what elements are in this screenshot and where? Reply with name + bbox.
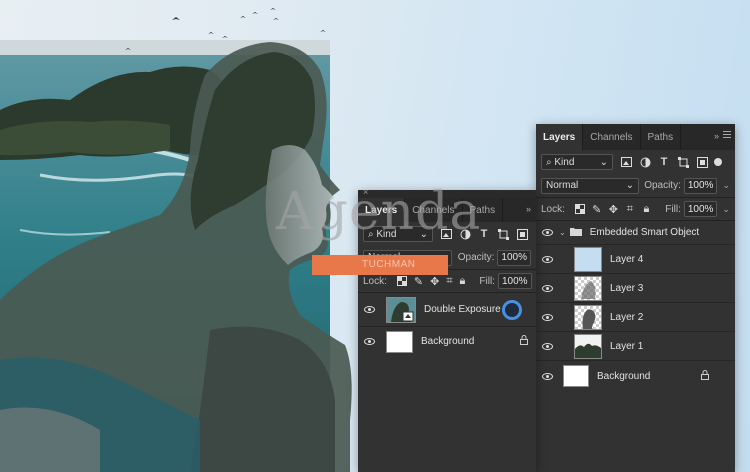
group-name: Embedded Smart Object [589,227,700,238]
tab-layers[interactable]: Layers [536,124,584,150]
chevron-down-icon: ⌄ [625,180,635,191]
lock-label: Lock: [363,275,387,287]
cursor-highlight-icon [502,300,522,320]
collapse-icon[interactable]: » [526,204,531,214]
layer-row[interactable]: Background [358,327,536,356]
layer-group-row[interactable]: ⌄ Embedded Smart Object [536,221,735,245]
portrait-thumb-icon [574,304,602,330]
visibility-eye-icon[interactable] [536,342,558,350]
fill-input[interactable]: 100% [497,273,532,289]
layer-name: Layer 3 [610,282,644,294]
kind-filter-dropdown[interactable]: ⌕ Kind ⌄ [541,154,613,170]
panel-tabs: Layers Channels Paths » [536,124,735,150]
lock-icon [701,369,709,383]
chevron-down-icon[interactable]: ⌄ [722,204,730,215]
layer-row[interactable]: Layer 2 [536,303,735,332]
opacity-input[interactable]: 100% [683,177,718,194]
white-thumb-icon [563,365,589,387]
blend-mode-value: Normal [546,180,579,191]
filter-toggle-icon[interactable] [714,158,722,166]
chevron-down-icon: ⌄ [599,156,608,168]
smart-object-filter-icon[interactable] [516,228,528,240]
name-badge: TUCHMAN [312,255,448,275]
layer-name: Background [597,370,651,382]
fill-label: Fill: [665,203,681,215]
chevron-down-icon[interactable]: ⌄ [559,228,566,237]
blend-row: Normal ⌄ Opacity: 100% ⌄ [536,174,735,197]
collapse-icon[interactable]: » [714,131,719,141]
lock-artboard-icon[interactable]: ⌗ [625,203,635,215]
layer-row-selected[interactable]: Double Exposure [358,293,536,327]
fill-input[interactable]: 100% [683,201,718,217]
lock-transparent-icon[interactable] [574,203,585,215]
lock-icon [520,335,528,348]
shape-filter-icon[interactable] [677,156,689,168]
layers-panel-expanded: Layers Channels Paths » ⌕ Kind ⌄ T Norma… [536,124,735,472]
shape-filter-icon[interactable] [497,228,509,240]
watermark-text: Agenda [276,182,482,242]
visibility-eye-icon[interactable] [536,229,558,236]
opacity-label: Opacity: [644,180,681,191]
lock-move-icon[interactable]: ✥ [430,275,439,288]
lock-transparent-icon[interactable] [396,275,407,287]
visibility-eye-icon[interactable] [536,313,558,321]
layer-row[interactable]: Layer 4 [536,245,735,274]
tab-paths[interactable]: Paths [641,124,682,150]
lock-artboard-icon[interactable]: ⌗ [446,275,452,287]
layer-row[interactable]: Background [536,361,735,391]
trees-thumb-icon [574,333,602,359]
blue-thumb-icon [574,246,602,272]
panel-menu-icon[interactable] [723,131,731,140]
visibility-eye-icon[interactable] [358,338,380,345]
visibility-eye-icon[interactable] [536,255,558,263]
visibility-eye-icon[interactable] [358,306,380,313]
opacity-input[interactable]: 100% [497,249,531,266]
lock-paint-icon[interactable]: ✎ [592,203,602,216]
adjustment-filter-icon[interactable] [639,156,651,168]
lock-move-icon[interactable]: ✥ [609,203,619,216]
chevron-down-icon[interactable]: ⌄ [722,180,730,191]
layer-name: Layer 1 [610,340,644,352]
tab-channels[interactable]: Channels [583,124,641,150]
filter-row: ⌕ Kind ⌄ T [536,150,735,174]
layer-name: Double Exposure [424,304,501,315]
transparent-thumb-icon [574,275,602,301]
search-icon: ⌕ [546,156,552,168]
lock-label: Lock: [541,203,565,215]
layer-name: Background [421,336,475,347]
folder-icon [569,227,582,239]
lock-row: Lock: ✎ ✥ ⌗ 🔒︎ Fill: 100% ⌄ [536,197,735,220]
visibility-eye-icon[interactable] [536,284,558,292]
layer-name: Layer 4 [610,253,644,265]
layers-list: Double Exposure Background [358,292,536,356]
blend-mode-dropdown[interactable]: Normal ⌄ [541,177,640,194]
lock-all-icon[interactable]: 🔒︎ [642,203,652,215]
type-filter-icon[interactable]: T [658,156,670,168]
smart-object-thumb-icon [386,296,416,323]
lock-paint-icon[interactable]: ✎ [414,275,423,288]
lock-all-icon[interactable]: 🔒︎ [460,275,466,287]
fill-label: Fill: [479,275,495,287]
image-filter-icon[interactable] [620,156,632,168]
layer-row[interactable]: Layer 1 [536,332,735,361]
opacity-label: Opacity: [457,252,495,263]
layer-name: Layer 2 [610,311,644,323]
smart-object-filter-icon[interactable] [696,156,708,168]
kind-label: Kind [554,156,575,168]
white-thumb-icon [386,330,413,353]
visibility-eye-icon[interactable] [536,372,558,380]
layer-row[interactable]: Layer 3 [536,274,735,303]
layers-list: ⌄ Embedded Smart Object Layer 4 Layer 3 … [536,220,735,391]
